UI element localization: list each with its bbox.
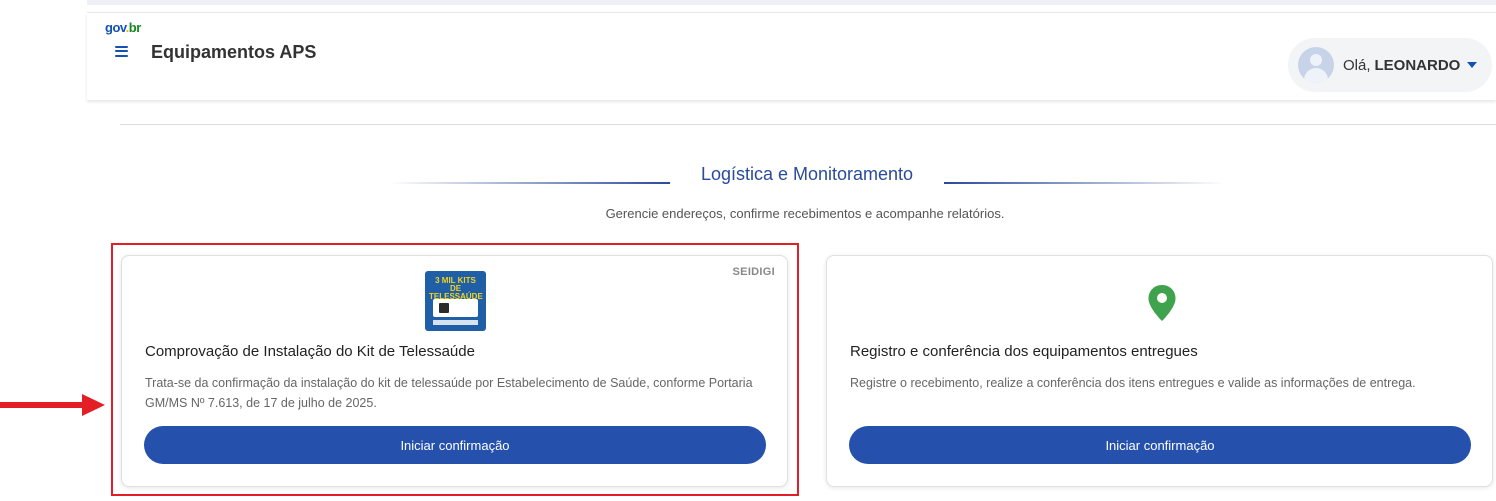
start-confirmation-button[interactable]: Iniciar confirmação (144, 426, 766, 464)
card-title: Comprovação de Instalação do Kit de Tele… (145, 343, 475, 360)
section-title: Logística e Monitoramento (700, 164, 914, 184)
app-header: gov.br Equipamentos APS Olá, LEONARDO (87, 12, 1496, 100)
content-divider (120, 124, 1496, 125)
card-description: Trata-se da confirmação da instalação do… (145, 376, 753, 410)
app-title: Equipamentos APS (151, 42, 317, 62)
map-pin-icon (1148, 285, 1176, 321)
card-badge: SEIDIGI (732, 266, 775, 278)
greeting-text: Olá, (1343, 56, 1371, 74)
start-confirmation-button[interactable]: Iniciar confirmação (849, 426, 1471, 464)
card-registro-equipamentos: Registro e conferência dos equipamentos … (826, 255, 1493, 487)
kit-image-text: 3 MIL KITS DE TELESSAÚDE (429, 276, 483, 301)
heading-line-left (390, 182, 670, 184)
user-menu-button[interactable]: Olá, LEONARDO (1288, 38, 1492, 92)
caret-down-icon (1467, 62, 1478, 68)
section-subtitle: Gerencie endereços, confirme recebimento… (605, 206, 1005, 221)
menu-bars (114, 45, 128, 57)
user-greeting: Olá, LEONARDO (1343, 57, 1460, 74)
avatar (1298, 47, 1334, 83)
card-title: Registro e conferência dos equipamentos … (850, 343, 1198, 360)
user-name: LEONARDO (1374, 56, 1461, 74)
logo-gov-text: gov (105, 20, 126, 35)
card-description: Registre o recebimento, realize a confer… (850, 376, 1416, 390)
govbr-logo[interactable]: gov.br (105, 20, 141, 35)
red-arrow-annotation (0, 394, 106, 416)
top-strip (87, 0, 1496, 5)
hamburger-menu-icon[interactable] (109, 39, 133, 63)
card-kit-telessaude: SEIDIGI 3 MIL KITS DE TELESSAÚDE Comprov… (121, 255, 788, 487)
logo-br-text: br (128, 20, 142, 35)
heading-line-right (944, 182, 1224, 184)
section-heading: Logística e Monitoramento (380, 160, 1230, 190)
kit-telessaude-image: 3 MIL KITS DE TELESSAÚDE (425, 271, 486, 331)
